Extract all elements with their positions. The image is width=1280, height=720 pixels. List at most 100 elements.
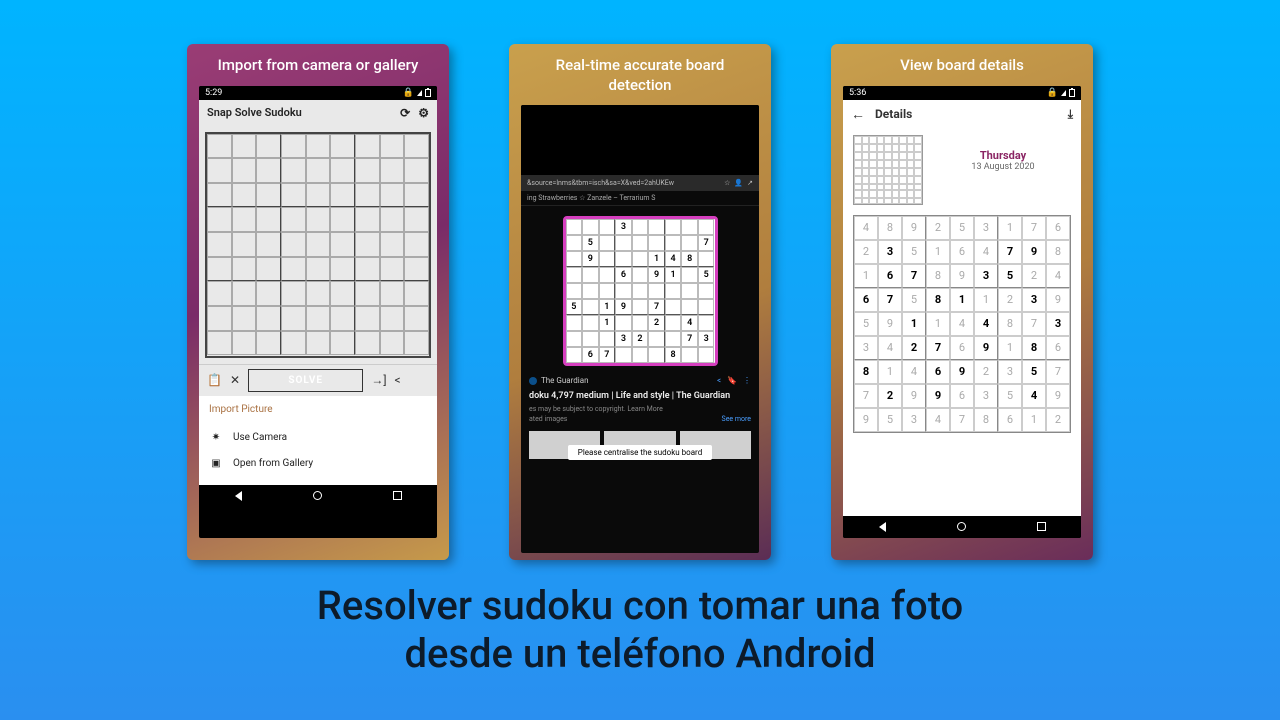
use-camera-option[interactable]: ✷ Use Camera <box>209 425 427 451</box>
sudoku-cell[interactable]: 6 <box>878 264 902 288</box>
sudoku-cell[interactable] <box>256 232 281 257</box>
sudoku-cell[interactable]: 1 <box>878 360 902 384</box>
browser-url-bar[interactable]: &source=lnms&tbm=isch&sa=X&ved=2ahUKEw ☆… <box>521 175 759 191</box>
sudoku-cell[interactable] <box>232 158 257 183</box>
account-icon[interactable]: 👤 <box>734 179 743 187</box>
sudoku-cell[interactable]: 6 <box>854 288 878 312</box>
share-icon[interactable]: < <box>717 376 721 385</box>
sudoku-cell[interactable] <box>281 232 306 257</box>
sudoku-cell[interactable] <box>306 232 331 257</box>
sudoku-cell[interactable]: 1 <box>854 264 878 288</box>
sudoku-cell[interactable]: 3 <box>1022 288 1046 312</box>
sudoku-cell[interactable] <box>404 183 429 208</box>
sudoku-cell[interactable]: 6 <box>950 336 974 360</box>
sudoku-cell[interactable] <box>281 281 306 306</box>
nav-back-icon[interactable] <box>879 522 886 532</box>
sudoku-cell[interactable]: 2 <box>998 288 1022 312</box>
sudoku-cell[interactable]: 1 <box>902 312 926 336</box>
sudoku-cell[interactable]: 7 <box>902 264 926 288</box>
sudoku-cell[interactable] <box>380 281 405 306</box>
open-gallery-option[interactable]: ▣ Open from Gallery <box>209 451 427 477</box>
sudoku-cell[interactable] <box>256 158 281 183</box>
sudoku-cell[interactable] <box>330 232 355 257</box>
sudoku-cell[interactable]: 9 <box>950 360 974 384</box>
sudoku-cell[interactable]: 8 <box>1046 240 1070 264</box>
sudoku-cell[interactable]: 7 <box>1022 312 1046 336</box>
sudoku-cell[interactable] <box>330 183 355 208</box>
sudoku-cell[interactable] <box>330 158 355 183</box>
sudoku-cell[interactable] <box>306 207 331 232</box>
sudoku-cell[interactable] <box>330 306 355 331</box>
sudoku-cell[interactable]: 7 <box>926 336 950 360</box>
sudoku-cell[interactable]: 2 <box>974 360 998 384</box>
sudoku-cell[interactable] <box>256 306 281 331</box>
sudoku-cell[interactable] <box>232 232 257 257</box>
sudoku-cell[interactable] <box>330 134 355 159</box>
sudoku-cell[interactable] <box>306 134 331 159</box>
sudoku-cell[interactable] <box>404 158 429 183</box>
sudoku-cell[interactable]: 9 <box>1046 288 1070 312</box>
sudoku-cell[interactable] <box>207 232 232 257</box>
sudoku-cell[interactable]: 2 <box>1022 264 1046 288</box>
sudoku-cell[interactable]: 3 <box>1046 312 1070 336</box>
sudoku-cell[interactable]: 6 <box>998 408 1022 432</box>
sudoku-cell[interactable]: 8 <box>1022 336 1046 360</box>
sudoku-cell[interactable]: 9 <box>1022 240 1046 264</box>
sudoku-cell[interactable] <box>380 306 405 331</box>
sudoku-cell[interactable] <box>380 207 405 232</box>
sudoku-cell[interactable] <box>306 306 331 331</box>
sudoku-cell[interactable]: 8 <box>974 408 998 432</box>
sudoku-cell[interactable]: 3 <box>974 216 998 240</box>
sudoku-cell[interactable] <box>355 306 380 331</box>
sudoku-solution-grid[interactable]: 4892531762351647981678935246758112395911… <box>853 215 1071 433</box>
sudoku-cell[interactable]: 4 <box>926 408 950 432</box>
sudoku-cell[interactable] <box>380 134 405 159</box>
sudoku-cell[interactable] <box>355 232 380 257</box>
sudoku-cell[interactable]: 5 <box>950 216 974 240</box>
sudoku-cell[interactable] <box>232 331 257 356</box>
sudoku-cell[interactable]: 6 <box>950 384 974 408</box>
download-icon[interactable]: ⤓ <box>1068 107 1073 122</box>
sudoku-cell[interactable] <box>232 281 257 306</box>
sudoku-cell[interactable]: 3 <box>974 384 998 408</box>
paste-icon[interactable]: 📋 <box>207 373 222 387</box>
sudoku-cell[interactable] <box>207 183 232 208</box>
sudoku-cell[interactable] <box>380 183 405 208</box>
sudoku-cell[interactable] <box>256 281 281 306</box>
bookmark-icon[interactable]: 🔖 <box>727 376 737 385</box>
sudoku-cell[interactable] <box>355 134 380 159</box>
bookmark-icon[interactable]: ☆ <box>724 179 730 187</box>
sudoku-cell[interactable]: 3 <box>974 264 998 288</box>
sudoku-cell[interactable]: 1 <box>950 288 974 312</box>
sudoku-cell[interactable]: 2 <box>878 384 902 408</box>
sudoku-cell[interactable] <box>256 183 281 208</box>
sudoku-cell[interactable]: 4 <box>854 216 878 240</box>
sudoku-cell[interactable] <box>281 134 306 159</box>
sudoku-cell[interactable] <box>306 158 331 183</box>
sudoku-cell[interactable] <box>256 257 281 282</box>
sudoku-cell[interactable] <box>330 331 355 356</box>
sudoku-cell[interactable]: 8 <box>926 288 950 312</box>
sudoku-cell[interactable]: 4 <box>1022 384 1046 408</box>
settings-icon[interactable]: ⚙ <box>418 106 429 120</box>
sudoku-cell[interactable]: 2 <box>902 336 926 360</box>
sudoku-cell[interactable]: 2 <box>1046 408 1070 432</box>
clear-icon[interactable]: ✕ <box>230 373 240 387</box>
share-icon[interactable]: ↗ <box>747 179 753 187</box>
sudoku-cell[interactable] <box>330 281 355 306</box>
sudoku-cell[interactable]: 3 <box>878 240 902 264</box>
sudoku-cell[interactable] <box>232 134 257 159</box>
see-more-link[interactable]: See more <box>722 415 751 423</box>
sudoku-cell[interactable]: 9 <box>1046 384 1070 408</box>
sudoku-cell[interactable] <box>207 281 232 306</box>
sudoku-cell[interactable]: 5 <box>878 408 902 432</box>
sudoku-cell[interactable]: 2 <box>926 216 950 240</box>
sudoku-cell[interactable]: 6 <box>1046 336 1070 360</box>
sudoku-cell[interactable]: 5 <box>998 384 1022 408</box>
sudoku-cell[interactable]: 7 <box>878 288 902 312</box>
sudoku-cell[interactable]: 8 <box>854 360 878 384</box>
sudoku-cell[interactable]: 1 <box>926 312 950 336</box>
sudoku-cell[interactable]: 9 <box>950 264 974 288</box>
sudoku-cell[interactable]: 4 <box>950 312 974 336</box>
nav-home-icon[interactable] <box>313 491 322 500</box>
